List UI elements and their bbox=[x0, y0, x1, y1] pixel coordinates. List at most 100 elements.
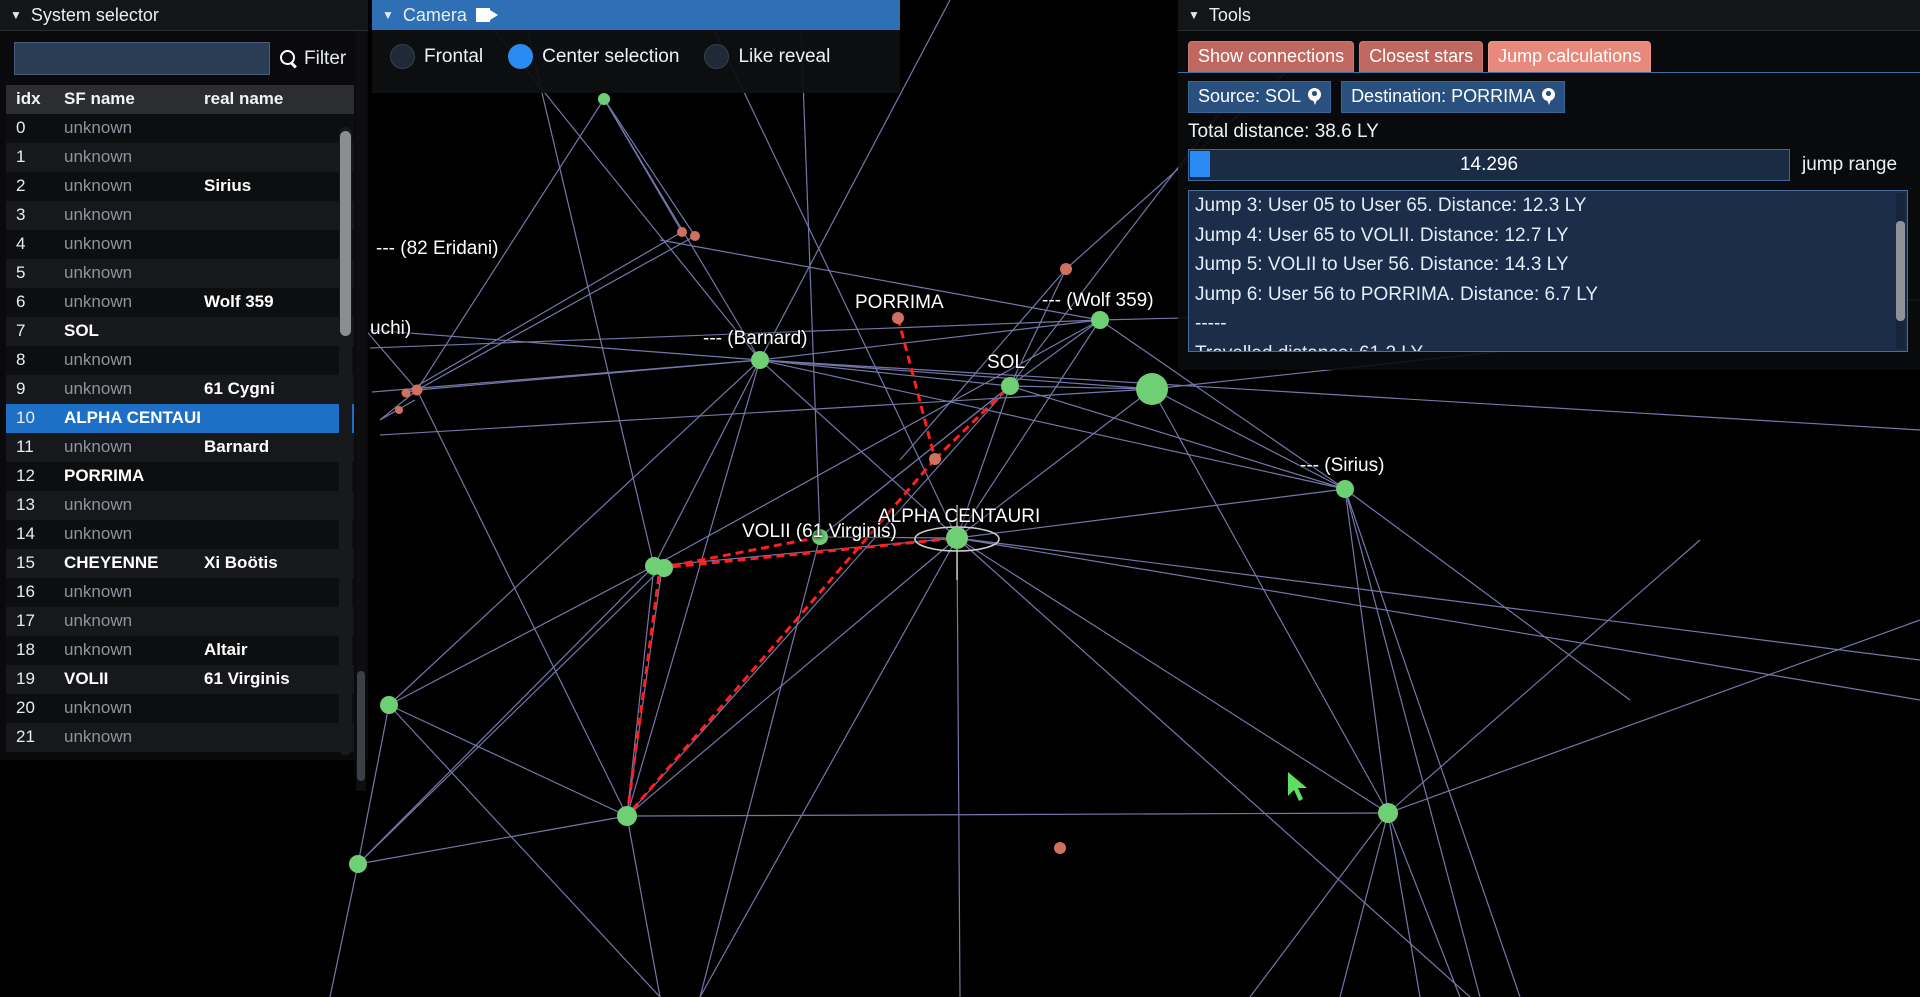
table-row[interactable]: 0 unknown bbox=[6, 114, 354, 143]
cell-sf-name: unknown bbox=[62, 201, 204, 230]
table-row[interactable]: 11 unknown Barnard bbox=[6, 433, 354, 462]
app-root: --- (82 Eridani) uchi) --- (Barnard) POR… bbox=[0, 0, 1920, 997]
table-row[interactable]: 5 unknown bbox=[6, 259, 354, 288]
jump-range-slider[interactable]: 14.296 bbox=[1188, 149, 1790, 181]
table-row[interactable]: 13 unknown bbox=[6, 491, 354, 520]
table-row[interactable]: 8 unknown bbox=[6, 346, 354, 375]
cell-real-name: Barnard bbox=[204, 433, 354, 462]
camera-mode-like-reveal[interactable]: Like reveal bbox=[704, 44, 830, 69]
system-selector-header[interactable]: ▼ System selector bbox=[0, 0, 368, 31]
cell-idx: 21 bbox=[6, 723, 62, 752]
table-row[interactable]: 19 VOLII 61 Virginis bbox=[6, 665, 354, 694]
table-row[interactable]: 17 unknown bbox=[6, 607, 354, 636]
camera-mode-frontal[interactable]: Frontal bbox=[390, 44, 483, 69]
jump-log-box[interactable]: Jump 3: User 05 to User 65. Distance: 12… bbox=[1188, 190, 1908, 352]
cell-sf-name: ALPHA CENTAUI bbox=[62, 404, 204, 433]
camera-mode-center-selection[interactable]: Center selection bbox=[508, 44, 679, 69]
cell-idx: 9 bbox=[6, 375, 62, 404]
cell-real-name: Xi Boötis bbox=[204, 549, 354, 578]
arrow-cursor-icon bbox=[1288, 772, 1307, 801]
table-row[interactable]: 10 ALPHA CENTAUI bbox=[6, 404, 354, 433]
camera-header[interactable]: ▼ Camera bbox=[372, 0, 900, 30]
system-selector-panel: ▼ System selector Filter idx SF name rea… bbox=[0, 0, 368, 791]
cell-idx: 10 bbox=[6, 404, 62, 433]
cell-real-name: 61 Virginis bbox=[204, 665, 354, 694]
table-row[interactable]: 6 unknown Wolf 359 bbox=[6, 288, 354, 317]
video-camera-icon bbox=[475, 8, 498, 22]
cell-idx: 18 bbox=[6, 636, 62, 665]
map-pin-icon bbox=[1542, 87, 1556, 106]
table-row[interactable]: 20 unknown bbox=[6, 694, 354, 723]
list-scrollbar-thumb[interactable] bbox=[340, 131, 351, 336]
jump-log-scrollbar-thumb[interactable] bbox=[1896, 221, 1905, 321]
cell-sf-name: unknown bbox=[62, 143, 204, 172]
system-selector-body: Filter idx SF name real name 0 unknown 1 un… bbox=[0, 31, 368, 791]
jump-log-line: Jump 4: User 65 to VOLII. Distance: 12.7… bbox=[1195, 224, 1569, 246]
cell-real-name bbox=[204, 694, 354, 723]
cell-idx: 6 bbox=[6, 288, 62, 317]
tools-tab-strip: Show connections Closest stars Jump calc… bbox=[1178, 31, 1920, 72]
destination-button[interactable]: Destination: PORRIMA bbox=[1341, 81, 1566, 113]
table-row[interactable]: 14 unknown bbox=[6, 520, 354, 549]
cell-real-name bbox=[204, 723, 354, 752]
table-row[interactable]: 4 unknown bbox=[6, 230, 354, 259]
cell-real-name: Wolf 359 bbox=[204, 288, 354, 317]
filter-input[interactable] bbox=[14, 42, 270, 75]
cell-sf-name: unknown bbox=[62, 578, 204, 607]
triangle-down-icon[interactable]: ▼ bbox=[10, 9, 22, 21]
cell-sf-name: unknown bbox=[62, 520, 204, 549]
cell-idx: 0 bbox=[6, 114, 62, 143]
table-row[interactable]: 2 unknown Sirius bbox=[6, 172, 354, 201]
cell-real-name bbox=[204, 143, 354, 172]
triangle-down-icon[interactable]: ▼ bbox=[382, 9, 394, 21]
jump-log-line: ----- bbox=[1195, 313, 1227, 334]
panel-title: System selector bbox=[30, 4, 159, 25]
table-row[interactable]: 12 PORRIMA bbox=[6, 462, 354, 491]
cell-real-name bbox=[204, 491, 354, 520]
filter-label: Filter bbox=[304, 47, 347, 69]
jump-range-value: 14.296 bbox=[1459, 154, 1519, 175]
cell-idx: 17 bbox=[6, 607, 62, 636]
radio-icon[interactable] bbox=[704, 44, 730, 69]
cell-sf-name: unknown bbox=[62, 723, 204, 752]
jump-log-line: Jump 6: User 56 to PORRIMA. Distance: 6.… bbox=[1195, 283, 1599, 305]
cell-sf-name: unknown bbox=[62, 230, 204, 259]
table-row[interactable]: 16 unknown bbox=[6, 578, 354, 607]
cell-sf-name: unknown bbox=[62, 259, 204, 288]
jump-calculations-button[interactable]: Jump calculations bbox=[1488, 41, 1652, 72]
table-row[interactable]: 3 unknown bbox=[6, 201, 354, 230]
cell-sf-name: unknown bbox=[62, 607, 204, 636]
table-row[interactable]: 7 SOL bbox=[6, 317, 354, 346]
cell-sf-name: unknown bbox=[62, 491, 204, 520]
panel-title: Camera bbox=[402, 4, 467, 25]
cell-idx: 15 bbox=[6, 549, 62, 578]
show-connections-button[interactable]: Show connections bbox=[1188, 41, 1355, 72]
cell-idx: 7 bbox=[6, 317, 62, 346]
jump-log-scrollbar[interactable] bbox=[1896, 193, 1905, 349]
panel-scrollbar-thumb[interactable] bbox=[357, 671, 365, 781]
cell-real-name: Altair bbox=[204, 636, 354, 665]
cell-idx: 20 bbox=[6, 694, 62, 723]
column-header-idx[interactable]: idx bbox=[6, 85, 62, 114]
tools-header[interactable]: ▼ Tools bbox=[1178, 0, 1920, 31]
table-row[interactable]: 15 CHEYENNE Xi Boötis bbox=[6, 549, 354, 578]
table-row[interactable]: 18 unknown Altair bbox=[6, 636, 354, 665]
table-row[interactable]: 1 unknown bbox=[6, 143, 354, 172]
cell-sf-name: unknown bbox=[62, 433, 204, 462]
column-header-real-name[interactable]: real name bbox=[204, 85, 354, 114]
table-row[interactable]: 9 unknown 61 Cygni bbox=[6, 375, 354, 404]
panel-scrollbar[interactable] bbox=[356, 31, 366, 791]
cell-idx: 13 bbox=[6, 491, 62, 520]
table-row[interactable]: 21 unknown bbox=[6, 723, 354, 752]
camera-mode-label: Like reveal bbox=[738, 45, 831, 67]
cell-sf-name: VOLII bbox=[62, 665, 204, 694]
cell-real-name bbox=[204, 404, 354, 433]
radio-icon-selected[interactable] bbox=[508, 44, 534, 69]
list-scrollbar[interactable] bbox=[339, 127, 352, 755]
radio-icon[interactable] bbox=[390, 44, 415, 69]
column-header-sf-name[interactable]: SF name bbox=[62, 85, 204, 114]
triangle-down-icon[interactable]: ▼ bbox=[1188, 9, 1200, 21]
jump-range-label: jump range bbox=[1802, 154, 1898, 175]
closest-stars-button[interactable]: Closest stars bbox=[1359, 41, 1484, 72]
source-button[interactable]: Source: SOL bbox=[1188, 81, 1332, 113]
